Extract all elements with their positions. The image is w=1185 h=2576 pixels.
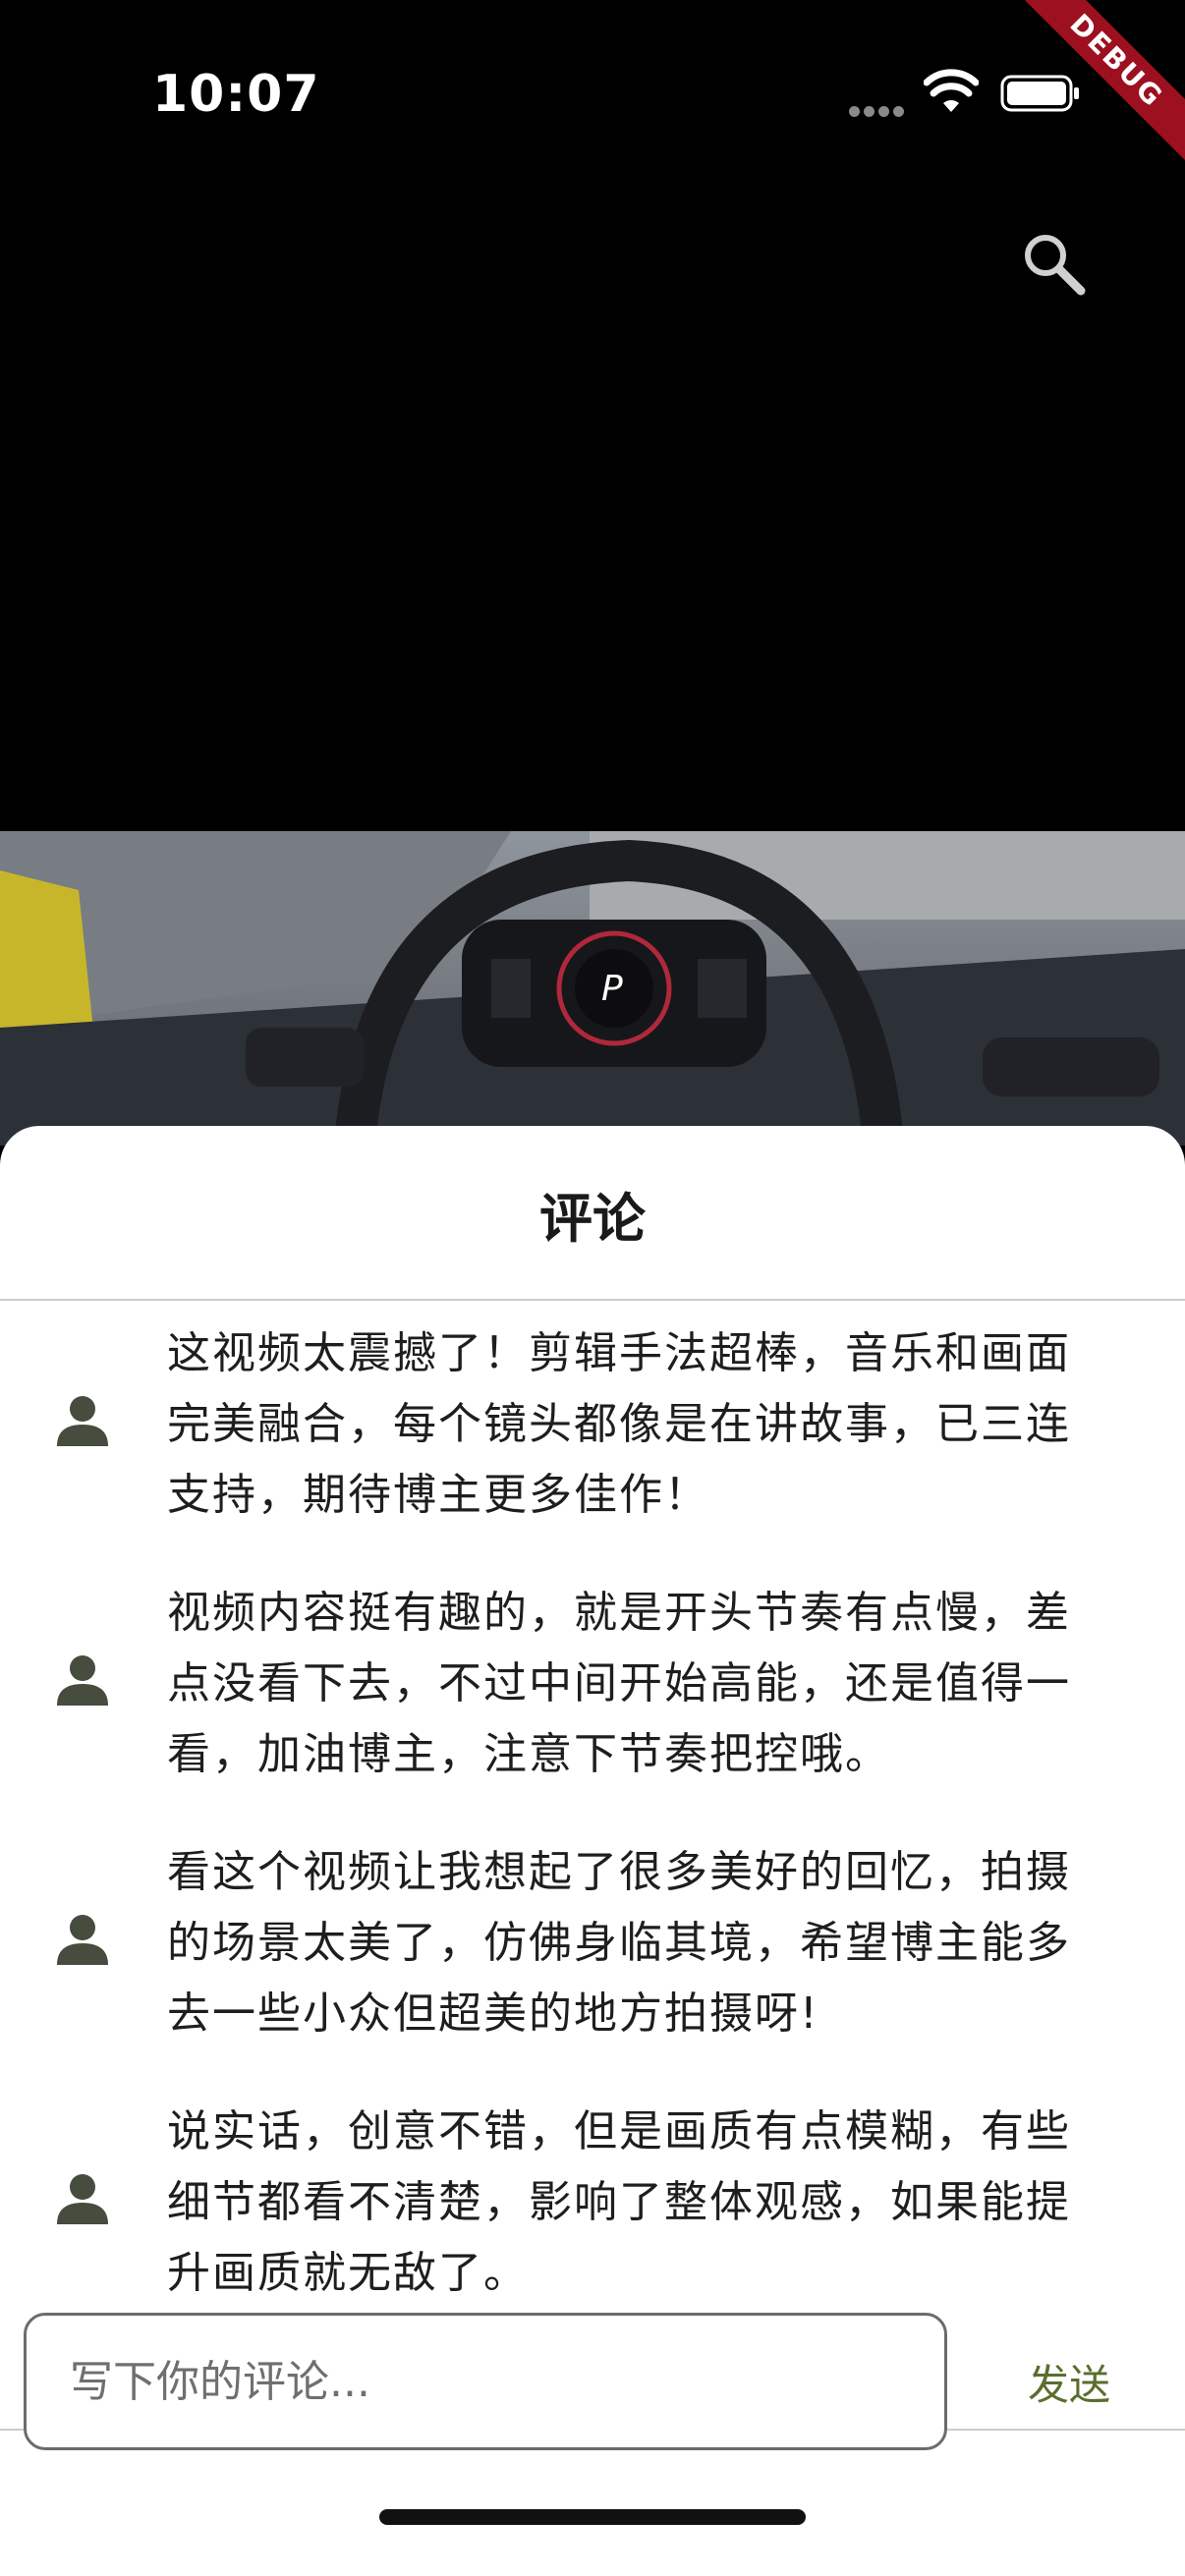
comments-title: 评论 bbox=[539, 1188, 646, 1250]
cellular-signal-icon bbox=[849, 102, 908, 121]
comment-item: 说实话，创意不错，但是画质有点模糊，有些细节都看不清楚，影响了整体观感，如果能提… bbox=[0, 2079, 1185, 2315]
video-player[interactable]: P bbox=[0, 831, 1185, 1146]
status-bar: 10:07 DEBUG bbox=[0, 0, 1185, 196]
wifi-icon bbox=[924, 69, 979, 112]
svg-text:P: P bbox=[601, 969, 623, 1009]
search-icon[interactable] bbox=[1018, 228, 1089, 299]
video-thumbnail: P bbox=[0, 831, 1185, 1146]
comment-list[interactable]: 这视频太震撼了！剪辑手法超棒，音乐和画面完美融合，每个镜头都像是在讲故事，已三连… bbox=[0, 1301, 1185, 2429]
person-icon bbox=[57, 1655, 108, 1706]
comments-sheet: 评论 这视频太震撼了！剪辑手法超棒，音乐和画面完美融合，每个镜头都像是在讲故事，… bbox=[0, 1126, 1185, 2576]
comment-text: 说实话，创意不错，但是画质有点模糊，有些细节都看不清楚，影响了整体观感，如果能提… bbox=[167, 2106, 1071, 2298]
comment-item: 视频内容挺有趣的，就是开头节奏有点慢，差点没看下去，不过中间开始高能，还是值得一… bbox=[0, 1560, 1185, 1796]
person-icon bbox=[57, 1915, 108, 1965]
comment-text: 看这个视频让我想起了很多美好的回忆，拍摄的场景太美了，仿佛身临其境，希望博主能多… bbox=[167, 1847, 1071, 2039]
person-icon bbox=[57, 2174, 108, 2224]
battery-icon bbox=[1000, 75, 1079, 112]
comment-text: 这视频太震撼了！剪辑手法超棒，音乐和画面完美融合，每个镜头都像是在讲故事，已三连… bbox=[167, 1328, 1071, 1520]
home-indicator[interactable] bbox=[379, 2509, 806, 2525]
send-button[interactable]: 发送 bbox=[983, 2342, 1156, 2421]
comment-item: 这视频太震撼了！剪辑手法超棒，音乐和画面完美融合，每个镜头都像是在讲故事，已三连… bbox=[0, 1301, 1185, 1537]
status-time: 10:07 bbox=[152, 65, 320, 124]
comment-input[interactable] bbox=[24, 2313, 947, 2450]
comment-item: 看这个视频让我想起了很多美好的回忆，拍摄的场景太美了，仿佛身临其境，希望博主能多… bbox=[0, 1820, 1185, 2055]
comment-text: 视频内容挺有趣的，就是开头节奏有点慢，差点没看下去，不过中间开始高能，还是值得一… bbox=[167, 1588, 1071, 1779]
person-icon bbox=[57, 1396, 108, 1446]
